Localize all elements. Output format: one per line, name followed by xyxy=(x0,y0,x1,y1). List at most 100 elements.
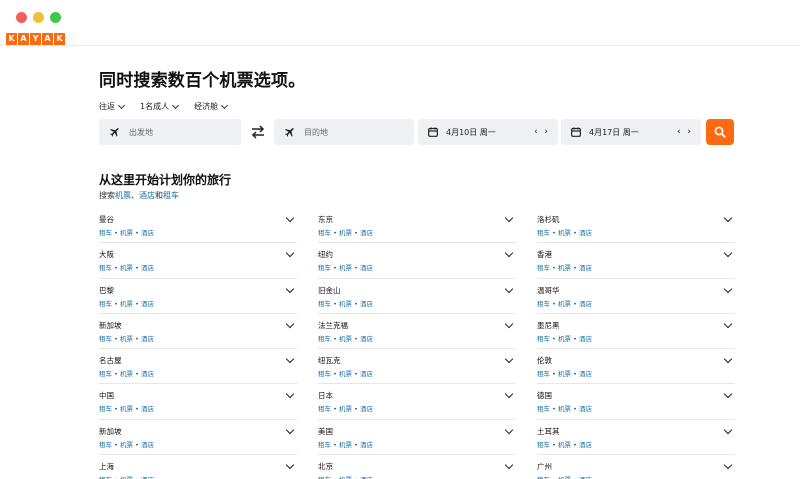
hotel-link[interactable]: 酒店 xyxy=(360,335,373,343)
car-rental-link[interactable]: 租车 xyxy=(99,264,112,272)
destination-item[interactable]: 新加坡 租车 • 机票 • 酒店 xyxy=(99,314,297,350)
destination-field[interactable]: 目的地 xyxy=(274,119,414,145)
hotel-link[interactable]: 酒店 xyxy=(360,229,373,237)
car-rental-link[interactable]: 租车 xyxy=(318,335,331,343)
flight-link[interactable]: 机票 xyxy=(558,370,571,378)
car-rental-link[interactable]: 租车 xyxy=(537,300,550,308)
hotel-link[interactable]: 酒店 xyxy=(579,300,592,308)
return-date-stepper[interactable]: ‹ › xyxy=(677,127,693,137)
car-rental-link[interactable]: 租车 xyxy=(537,264,550,272)
depart-date-stepper[interactable]: ‹ › xyxy=(534,127,550,137)
chevron-down-icon[interactable] xyxy=(723,213,733,223)
car-rental-link[interactable]: 租车 xyxy=(318,264,331,272)
hotel-link[interactable]: 酒店 xyxy=(579,370,592,378)
destination-item[interactable]: 洛杉矶 租车 • 机票 • 酒店 xyxy=(537,208,735,244)
car-rental-link[interactable]: 租车 xyxy=(99,441,112,449)
flight-link[interactable]: 机票 xyxy=(339,229,352,237)
destination-item[interactable]: 香港 租车 • 机票 • 酒店 xyxy=(537,243,735,279)
travelers-dropdown[interactable]: 1名成人 xyxy=(140,101,180,112)
flight-link[interactable]: 机票 xyxy=(339,370,352,378)
chevron-down-icon[interactable] xyxy=(504,390,514,399)
chevron-down-icon[interactable] xyxy=(723,354,733,364)
chevron-down-icon[interactable] xyxy=(285,425,295,435)
flight-link[interactable]: 机票 xyxy=(558,264,571,272)
hotel-link[interactable]: 酒店 xyxy=(141,441,154,449)
destination-item[interactable]: 曼谷 租车 • 机票 • 酒店 xyxy=(99,208,297,244)
destination-item[interactable]: 日本 租车 • 机票 • 酒店 xyxy=(318,384,516,420)
hotel-link[interactable]: 酒店 xyxy=(360,300,373,308)
destination-item[interactable]: 土耳其 租车 • 机票 • 酒店 xyxy=(537,420,735,456)
flight-link[interactable]: 机票 xyxy=(558,300,571,308)
chevron-down-icon[interactable] xyxy=(504,213,514,223)
destination-item[interactable]: 广州租车 • 机票 • 酒店 xyxy=(537,455,735,479)
trip-type-dropdown[interactable]: 往返 xyxy=(99,101,126,112)
hotel-link[interactable]: 酒店 xyxy=(141,405,154,413)
chevron-down-icon[interactable] xyxy=(504,425,514,435)
flight-link[interactable]: 机票 xyxy=(120,441,133,449)
destination-item[interactable]: 名古屋 租车 • 机票 • 酒店 xyxy=(99,349,297,385)
destination-item[interactable]: 纽约 租车 • 机票 • 酒店 xyxy=(318,243,516,279)
chevron-down-icon[interactable] xyxy=(285,390,295,399)
swap-button[interactable] xyxy=(246,119,270,145)
hotel-link[interactable]: 酒店 xyxy=(579,229,592,237)
flight-link[interactable]: 机票 xyxy=(339,264,352,272)
car-rental-link[interactable]: 租车 xyxy=(318,300,331,308)
car-rental-link[interactable]: 租车 xyxy=(318,370,331,378)
flight-link[interactable]: 机票 xyxy=(339,300,352,308)
destination-item[interactable]: 中国 租车 • 机票 • 酒店 xyxy=(99,384,297,420)
car-rental-link[interactable]: 租车 xyxy=(99,300,112,308)
destination-item[interactable]: 墨尼黑 租车 • 机票 • 酒店 xyxy=(537,314,735,350)
chevron-down-icon[interactable] xyxy=(504,249,514,258)
car-rental-link[interactable]: 租车 xyxy=(318,405,331,413)
flight-link[interactable]: 机票 xyxy=(120,405,133,413)
destination-item[interactable]: 东京 租车 • 机票 • 酒店 xyxy=(318,208,516,244)
car-rental-link[interactable]: 租车 xyxy=(99,335,112,343)
chevron-down-icon[interactable] xyxy=(285,284,295,293)
flights-link[interactable]: 机票 xyxy=(115,191,131,200)
destination-item[interactable]: 伦敦 租车 • 机票 • 酒店 xyxy=(537,349,735,385)
destination-item[interactable]: 巴黎 租车 • 机票 • 酒店 xyxy=(99,279,297,314)
destination-item[interactable]: 德国 租车 • 机票 • 酒店 xyxy=(537,384,735,420)
flight-link[interactable]: 机票 xyxy=(339,335,352,343)
car-rental-link[interactable]: 租车 xyxy=(537,405,550,413)
chevron-down-icon[interactable] xyxy=(723,284,733,293)
return-date-field[interactable]: 4月17日 周一 ‹ › xyxy=(561,119,701,145)
car-rental-link[interactable]: 租车 xyxy=(318,229,331,237)
flight-link[interactable]: 机票 xyxy=(120,264,133,272)
hotel-link[interactable]: 酒店 xyxy=(141,300,154,308)
car-rental-link[interactable]: 租车 xyxy=(537,441,550,449)
car-rental-link[interactable]: 租车 xyxy=(537,370,550,378)
chevron-down-icon[interactable] xyxy=(285,249,295,258)
hotels-link[interactable]: 酒店 xyxy=(139,191,155,200)
hotel-link[interactable]: 酒店 xyxy=(360,441,373,449)
hotel-link[interactable]: 酒店 xyxy=(141,335,154,343)
car-rental-link[interactable]: 租车 xyxy=(99,229,112,237)
flight-link[interactable]: 机票 xyxy=(339,405,352,413)
hotel-link[interactable]: 酒店 xyxy=(141,264,154,272)
chevron-down-icon[interactable] xyxy=(723,460,733,470)
window-maximize-button[interactable] xyxy=(50,12,61,23)
hotel-link[interactable]: 酒店 xyxy=(579,405,592,413)
chevron-down-icon[interactable] xyxy=(504,460,514,470)
flight-link[interactable]: 机票 xyxy=(120,229,133,237)
chevron-down-icon[interactable] xyxy=(723,319,733,329)
destination-item[interactable]: 法兰克福 租车 • 机票 • 酒店 xyxy=(318,314,516,350)
hotel-link[interactable]: 酒店 xyxy=(141,370,154,378)
chevron-down-icon[interactable] xyxy=(723,249,733,258)
chevron-down-icon[interactable] xyxy=(285,354,295,364)
flight-link[interactable]: 机票 xyxy=(558,441,571,449)
flight-link[interactable]: 机票 xyxy=(120,335,133,343)
destination-item[interactable]: 温哥华 租车 • 机票 • 酒店 xyxy=(537,279,735,314)
destination-item[interactable]: 美国 租车 • 机票 • 酒店 xyxy=(318,420,516,456)
chevron-down-icon[interactable] xyxy=(285,460,295,470)
hotel-link[interactable]: 酒店 xyxy=(579,264,592,272)
cars-link[interactable]: 租车 xyxy=(163,191,179,200)
kayak-logo[interactable]: K A Y A K xyxy=(6,33,65,45)
chevron-down-icon[interactable] xyxy=(723,390,733,399)
flight-link[interactable]: 机票 xyxy=(120,300,133,308)
destination-item[interactable]: 新加坡 租车 • 机票 • 酒店 xyxy=(99,420,297,456)
destination-item[interactable]: 旧金山 租车 • 机票 • 酒店 xyxy=(318,279,516,314)
car-rental-link[interactable]: 租车 xyxy=(99,370,112,378)
car-rental-link[interactable]: 租车 xyxy=(537,335,550,343)
hotel-link[interactable]: 酒店 xyxy=(141,229,154,237)
